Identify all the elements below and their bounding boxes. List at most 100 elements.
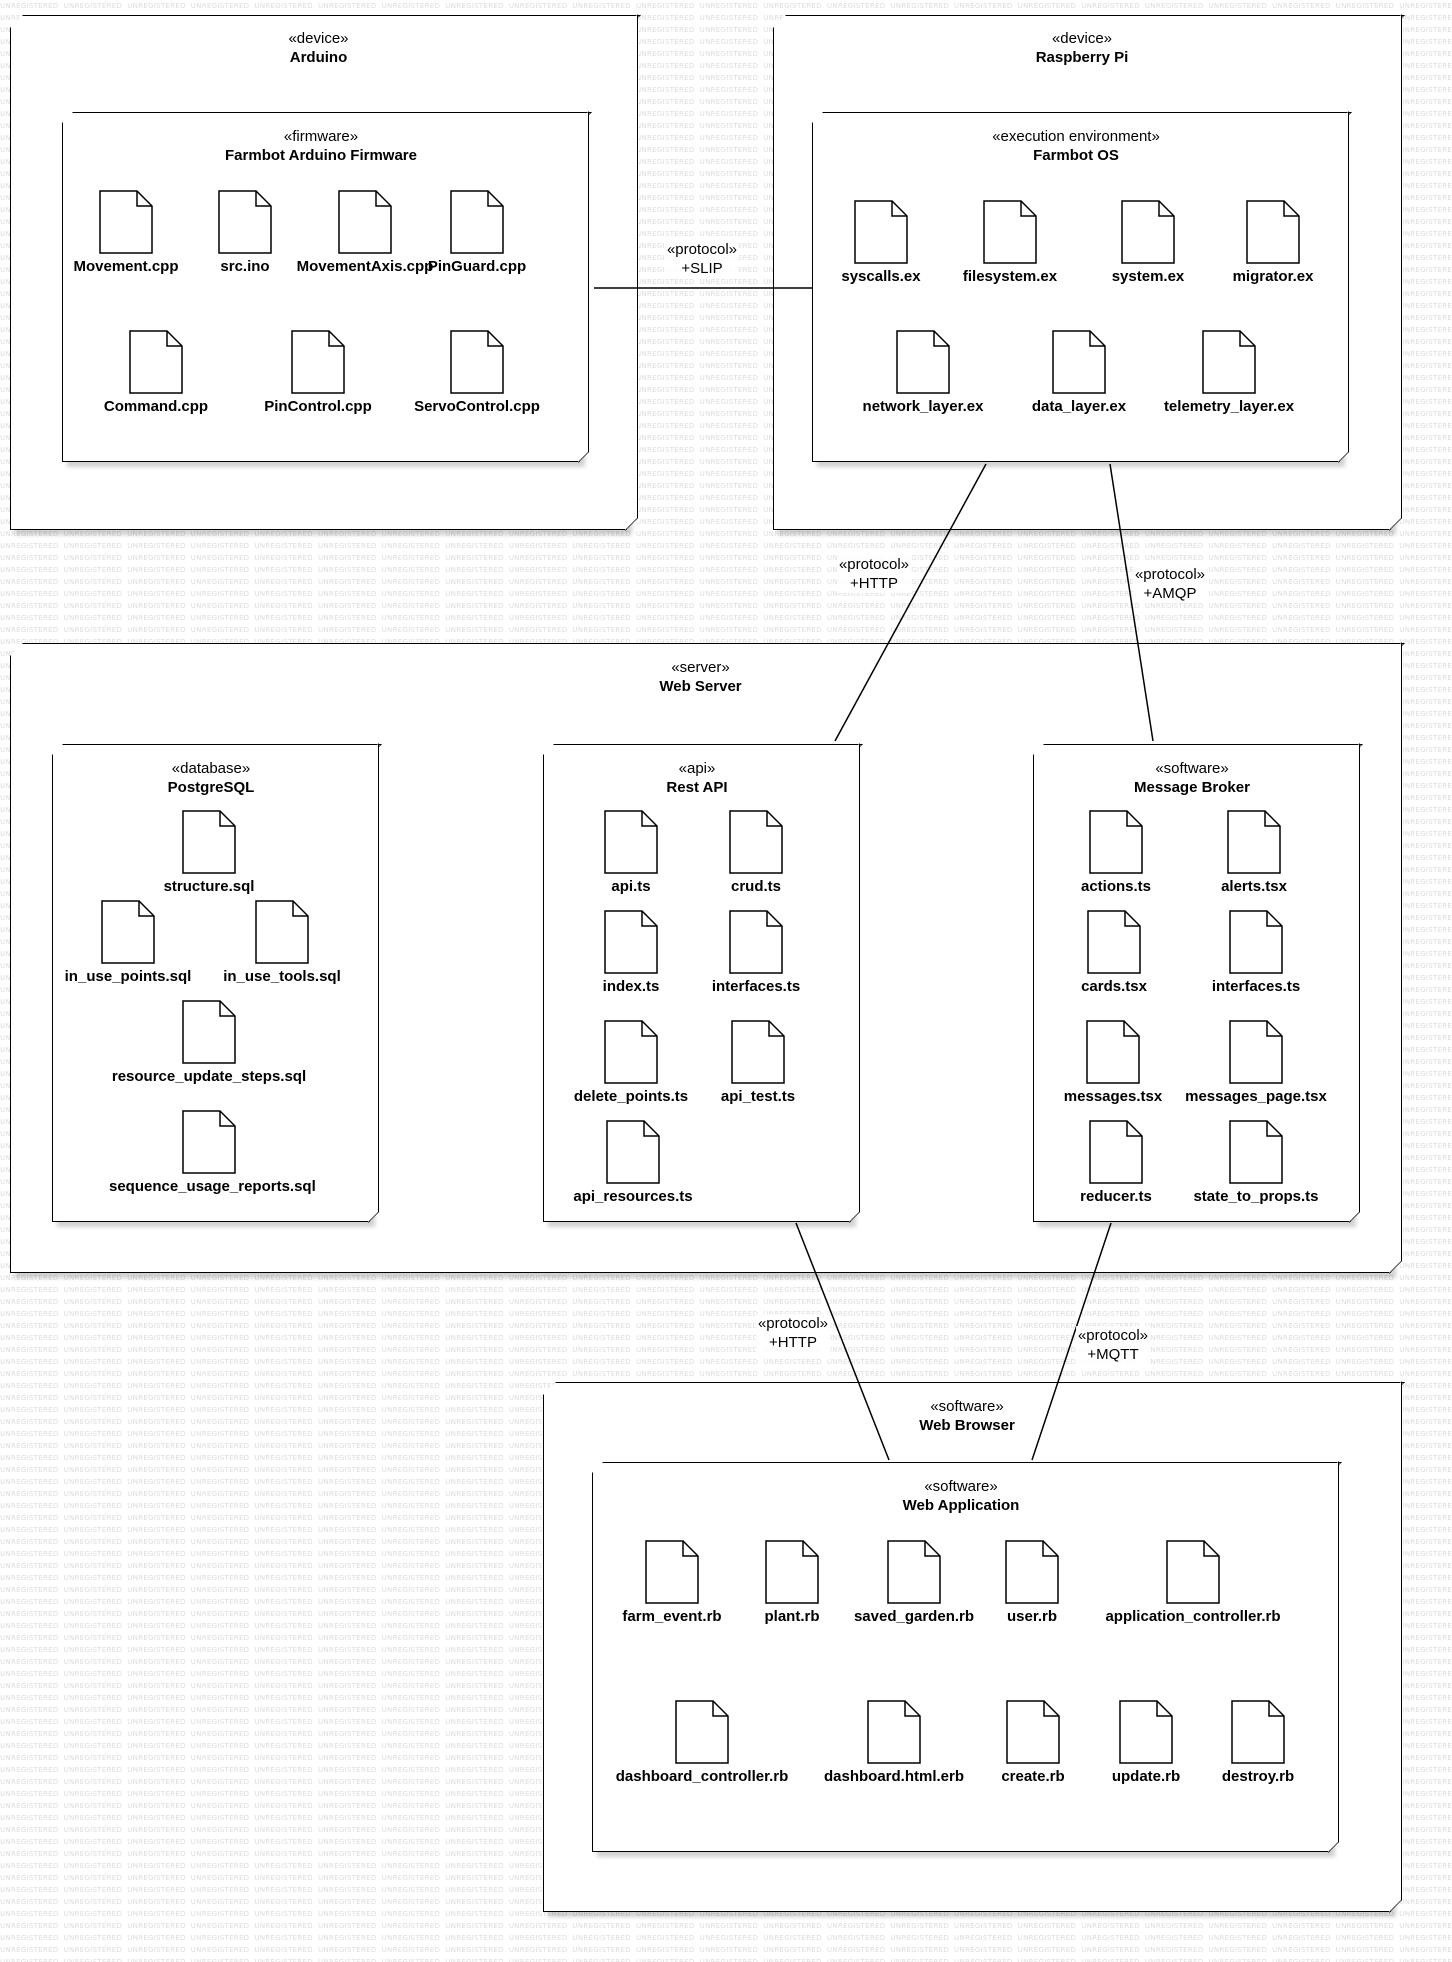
file-artifact: state_to_props.ts bbox=[1156, 1120, 1356, 1206]
node-corner bbox=[10, 643, 1405, 656]
node-stereotype: «firmware» bbox=[283, 128, 359, 145]
link-name: +AMQP bbox=[1143, 585, 1197, 602]
node-stereotype: «software» bbox=[930, 1398, 1004, 1415]
file-artifact: dashboard_controller.rb bbox=[602, 1700, 802, 1786]
document-icon bbox=[1229, 1020, 1283, 1084]
file-name: migrator.ex bbox=[1232, 268, 1314, 285]
file-name: structure.sql bbox=[163, 878, 255, 895]
file-name: interfaces.ts bbox=[711, 978, 801, 995]
document-icon bbox=[182, 810, 236, 874]
file-artifact: sequence_usage_reports.sql bbox=[109, 1110, 316, 1196]
document-icon bbox=[218, 190, 272, 254]
node-corner bbox=[52, 744, 382, 755]
file-name: dashboard_controller.rb bbox=[615, 1768, 789, 1785]
document-icon bbox=[606, 1120, 660, 1184]
file-artifact: api_test.ts bbox=[658, 1020, 858, 1106]
file-artifact: crud.ts bbox=[656, 810, 856, 896]
file-name: crud.ts bbox=[730, 878, 781, 895]
link-name: +SLIP bbox=[681, 260, 723, 277]
document-icon bbox=[291, 330, 345, 394]
link-label-http-api-app: «protocol» +HTTP bbox=[755, 1314, 831, 1352]
file-artifact: application_controller.rb bbox=[1093, 1540, 1293, 1626]
node-corner bbox=[1033, 744, 1363, 755]
document-icon bbox=[604, 1020, 658, 1084]
node-corner bbox=[543, 744, 863, 755]
document-icon bbox=[729, 910, 783, 974]
link-stereotype: «protocol» bbox=[757, 1315, 829, 1332]
document-icon bbox=[1089, 810, 1143, 874]
file-artifact: PinGuard.cpp bbox=[377, 190, 577, 276]
file-name: api_test.ts bbox=[720, 1088, 796, 1105]
file-name: alerts.tsx bbox=[1221, 878, 1287, 895]
document-icon bbox=[1227, 810, 1281, 874]
node-corner bbox=[543, 1382, 1405, 1395]
file-artifact: in_use_tools.sql bbox=[182, 900, 382, 986]
node-name: Raspberry Pi bbox=[1035, 49, 1129, 66]
link-name: +HTTP bbox=[850, 575, 898, 592]
node-stereotype: «server» bbox=[671, 659, 730, 676]
document-icon bbox=[101, 900, 155, 964]
node-name: Web Browser bbox=[919, 1417, 1015, 1434]
document-icon bbox=[1231, 1700, 1285, 1764]
document-icon bbox=[1121, 200, 1175, 264]
file-artifact: alerts.tsx bbox=[1154, 810, 1354, 896]
link-label-slip: «protocol» +SLIP bbox=[664, 240, 740, 278]
document-icon bbox=[129, 330, 183, 394]
file-name: interfaces.ts bbox=[1211, 978, 1301, 995]
document-icon bbox=[1246, 200, 1300, 264]
node-name: Arduino bbox=[289, 49, 348, 66]
node-corner bbox=[812, 112, 1352, 123]
document-icon bbox=[1087, 910, 1141, 974]
document-icon bbox=[854, 200, 908, 264]
link-stereotype: «protocol» bbox=[666, 241, 738, 258]
file-artifact: migrator.ex bbox=[1173, 200, 1373, 286]
file-artifact: structure.sql bbox=[109, 810, 309, 896]
link-stereotype: «protocol» bbox=[1134, 566, 1206, 583]
node-stereotype: «software» bbox=[924, 1478, 998, 1495]
file-artifact: interfaces.ts bbox=[656, 910, 856, 996]
document-icon bbox=[645, 1540, 699, 1604]
file-artifact: telemetry_layer.ex bbox=[1129, 330, 1329, 416]
link-label-amqp: «protocol» +AMQP bbox=[1132, 565, 1208, 603]
document-icon bbox=[450, 190, 504, 254]
document-icon bbox=[1202, 330, 1256, 394]
node-corner bbox=[62, 112, 592, 123]
node-name: Web Server bbox=[659, 678, 742, 695]
document-icon bbox=[182, 1000, 236, 1064]
file-name: PinGuard.cpp bbox=[427, 258, 527, 275]
file-artifact: destroy.rb bbox=[1158, 1700, 1358, 1786]
document-icon bbox=[1052, 330, 1106, 394]
node-corner bbox=[10, 15, 641, 28]
document-icon bbox=[604, 910, 658, 974]
document-icon bbox=[1089, 1120, 1143, 1184]
file-name: state_to_props.ts bbox=[1193, 1188, 1319, 1205]
document-icon bbox=[1005, 1540, 1059, 1604]
node-corner bbox=[592, 1462, 1342, 1473]
file-artifact: api_resources.ts bbox=[533, 1120, 733, 1206]
document-icon bbox=[1229, 910, 1283, 974]
file-name: ServoControl.cpp bbox=[414, 398, 540, 415]
file-artifact: interfaces.ts bbox=[1156, 910, 1356, 996]
node-stereotype: «execution environment» bbox=[992, 128, 1160, 145]
node-stereotype: «api» bbox=[678, 760, 716, 777]
document-icon bbox=[1229, 1120, 1283, 1184]
node-corner bbox=[1389, 14, 1402, 531]
node-stereotype: «device» bbox=[1051, 30, 1113, 47]
file-name: resource_update_steps.sql bbox=[111, 1068, 307, 1085]
link-stereotype: «protocol» bbox=[1077, 1327, 1149, 1344]
node-name: Web Application bbox=[902, 1497, 1020, 1514]
file-name: application_controller.rb bbox=[1105, 1608, 1281, 1625]
file-name: in_use_tools.sql bbox=[223, 968, 341, 985]
node-corner bbox=[1328, 1461, 1339, 1853]
node-corner bbox=[578, 111, 589, 463]
document-icon bbox=[675, 1700, 729, 1764]
document-icon bbox=[604, 810, 658, 874]
node-name: PostgreSQL bbox=[167, 779, 255, 796]
node-web-application: «software» Web Application bbox=[592, 1472, 1330, 1852]
node-name: Message Broker bbox=[1134, 779, 1250, 796]
node-corner bbox=[625, 14, 638, 531]
node-corner bbox=[773, 15, 1405, 28]
link-name: +HTTP bbox=[769, 1334, 817, 1351]
file-name: destroy.rb bbox=[1221, 1768, 1295, 1785]
document-icon bbox=[1166, 1540, 1220, 1604]
